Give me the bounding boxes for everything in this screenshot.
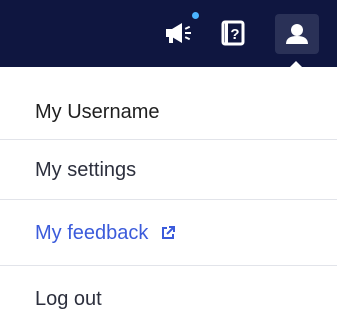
menu-item-logout[interactable]: Log out	[0, 266, 337, 332]
username-label: My Username	[35, 100, 160, 123]
menu-item-label: My feedback	[35, 221, 149, 244]
user-icon	[286, 24, 308, 44]
notification-dot	[192, 12, 199, 19]
user-menu-button[interactable]	[275, 14, 319, 54]
megaphone-icon	[166, 23, 191, 43]
user-dropdown-menu: My Username My settings My feedback Log …	[0, 70, 337, 335]
dropdown-caret	[287, 61, 305, 70]
top-navigation-bar: ?	[0, 0, 337, 67]
menu-item-label: Log out	[35, 287, 102, 310]
help-button[interactable]: ?	[218, 16, 250, 50]
help-book-icon: ?	[221, 20, 245, 46]
menu-item-settings[interactable]: My settings	[0, 140, 337, 200]
menu-item-label: My settings	[35, 158, 137, 181]
svg-text:?: ?	[230, 26, 239, 43]
menu-item-feedback[interactable]: My feedback	[0, 200, 337, 266]
announcements-button[interactable]	[162, 16, 194, 50]
external-link-icon	[160, 225, 176, 241]
